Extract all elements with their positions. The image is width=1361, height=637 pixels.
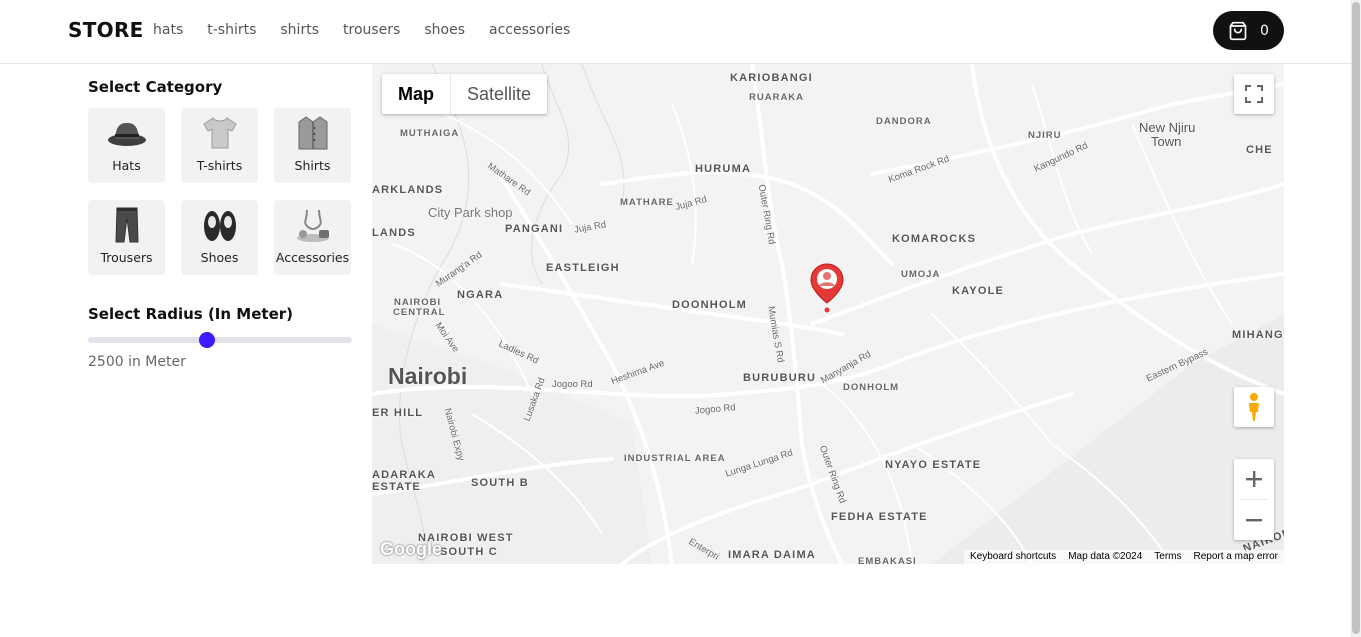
- page-scrollbar[interactable]: [1351, 0, 1361, 637]
- shopping-bag-icon: [1229, 21, 1247, 40]
- map-label: Nairobi: [388, 363, 468, 389]
- fullscreen-button[interactable]: [1234, 74, 1274, 114]
- map-label: MATHARE: [620, 197, 674, 208]
- page: STORE hats t-shirts shirts trousers shoe…: [0, 0, 1361, 637]
- shirt-icon: [298, 116, 327, 150]
- map-label: Town: [1151, 134, 1182, 149]
- category-nav: hats t-shirts shirts trousers shoes acce…: [153, 22, 570, 38]
- radius-heading: Select Radius (In Meter): [88, 305, 293, 323]
- radius-value: 2500 in Meter: [88, 354, 186, 370]
- map-label: PANGANI: [505, 223, 564, 235]
- map-label: CHE: [1246, 144, 1273, 156]
- scrollbar-thumb[interactable]: [1352, 2, 1360, 634]
- map-label: MIHANG: [1232, 329, 1284, 341]
- pegman-icon: [1249, 393, 1259, 421]
- hat-icon: [107, 123, 146, 146]
- map-label: NYAYO ESTATE: [885, 459, 982, 471]
- category-card-shirts[interactable]: Shirts: [274, 108, 351, 183]
- radius-slider-thumb[interactable]: [198, 332, 215, 348]
- map-label: MUTHAIGA: [400, 128, 460, 139]
- map-type-control: Map Satellite: [382, 74, 548, 114]
- tshirt-icon: [202, 117, 237, 149]
- category-label: Hats: [112, 158, 141, 173]
- category-label: Accessories: [275, 250, 350, 265]
- map-label: SOUTH B: [471, 477, 529, 489]
- category-label: Shoes: [200, 250, 239, 265]
- map-label: ESTATE: [372, 481, 421, 493]
- nav-link-tshirts[interactable]: t-shirts: [207, 22, 256, 38]
- zoom-out-button[interactable]: [1234, 500, 1274, 540]
- shoes-icon: [203, 211, 236, 241]
- map-label: KOMAROCKS: [892, 233, 977, 245]
- nav-link-trousers[interactable]: trousers: [343, 22, 400, 38]
- nav-link-hats[interactable]: hats: [153, 22, 183, 38]
- map-type-map-button[interactable]: Map: [382, 74, 450, 114]
- map-label: DANDORA: [876, 116, 932, 127]
- street-view-pegman[interactable]: [1234, 387, 1274, 427]
- map-label: NGARA: [457, 289, 504, 301]
- map-label: NJIRU: [1028, 130, 1062, 141]
- plus-icon: [1246, 471, 1262, 487]
- map-view[interactable]: KARIOBANGI RUARAKA DANDORA NJIRU New Nji…: [372, 64, 1284, 564]
- keyboard-shortcuts-link[interactable]: Keyboard shortcuts: [964, 550, 1062, 564]
- map-label: EMBAKASI: [858, 556, 917, 564]
- map-label: ER HILL: [372, 407, 424, 419]
- top-navbar: STORE hats t-shirts shirts trousers shoe…: [0, 0, 1351, 64]
- category-card-accessories[interactable]: Accessories: [274, 200, 351, 275]
- map-data-text: Map data ©2024: [1068, 551, 1143, 562]
- map-label: BURUBURU: [743, 372, 817, 384]
- map-footer: Keyboard shortcuts Map data ©2024 Terms …: [964, 550, 1284, 564]
- category-card-shoes[interactable]: Shoes: [181, 200, 258, 275]
- zoom-in-button[interactable]: [1234, 459, 1274, 499]
- road-label: Jogoo Rd: [552, 379, 593, 390]
- category-card-tshirts[interactable]: T-shirts: [181, 108, 258, 183]
- brand-logo[interactable]: STORE: [68, 18, 144, 42]
- map-label: CENTRAL: [393, 307, 446, 318]
- map-label: City Park shop: [428, 205, 513, 220]
- map-type-satellite-button[interactable]: Satellite: [450, 74, 547, 114]
- terms-link[interactable]: Terms: [1148, 550, 1187, 564]
- radius-slider[interactable]: [88, 332, 352, 348]
- location-marker[interactable]: [810, 263, 844, 317]
- map-label: SOUTH C: [440, 546, 498, 558]
- radius-slider-fill: [88, 337, 207, 343]
- category-label: Trousers: [100, 250, 153, 265]
- map-label: LANDS: [372, 227, 416, 239]
- map-label: RUARAKA: [749, 92, 805, 103]
- category-grid: Hats T-shirts Shirts Trousers Shoes Acce…: [88, 108, 352, 275]
- map-label: DOONHOLM: [672, 299, 747, 311]
- category-label: Shirts: [294, 158, 331, 173]
- map-label: DONHOLM: [843, 382, 900, 393]
- category-label: T-shirts: [196, 158, 243, 173]
- map-label: New Njiru: [1139, 120, 1196, 135]
- cart-count: 0: [1260, 22, 1269, 39]
- report-map-error-link[interactable]: Report a map error: [1188, 550, 1284, 564]
- map-label: KAYOLE: [952, 285, 1005, 297]
- map-label: EASTLEIGH: [546, 262, 620, 274]
- map-label: ARKLANDS: [372, 184, 444, 196]
- category-card-trousers[interactable]: Trousers: [88, 200, 165, 275]
- zoom-control: [1234, 459, 1274, 540]
- map-label: FEDHA ESTATE: [831, 511, 928, 523]
- category-heading: Select Category: [88, 78, 223, 96]
- trousers-icon: [114, 207, 139, 243]
- map-label: UMOJA: [901, 269, 941, 280]
- nav-link-accessories[interactable]: accessories: [489, 22, 570, 38]
- map-label: KARIOBANGI: [730, 72, 813, 84]
- map-label: HURUMA: [695, 163, 752, 175]
- nav-link-shoes[interactable]: shoes: [424, 22, 465, 38]
- nav-link-shirts[interactable]: shirts: [280, 22, 319, 38]
- fullscreen-icon: [1245, 85, 1263, 103]
- minus-icon: [1246, 519, 1262, 522]
- map-label: ADARAKA: [372, 469, 437, 481]
- category-card-hats[interactable]: Hats: [88, 108, 165, 183]
- user-pin-icon: [810, 263, 844, 313]
- cart-button[interactable]: 0: [1213, 11, 1284, 50]
- accessories-icon: [296, 209, 329, 242]
- map-label: INDUSTRIAL AREA: [624, 453, 726, 464]
- google-logo[interactable]: Google: [380, 539, 442, 560]
- map-label: IMARA DAIMA: [728, 549, 816, 561]
